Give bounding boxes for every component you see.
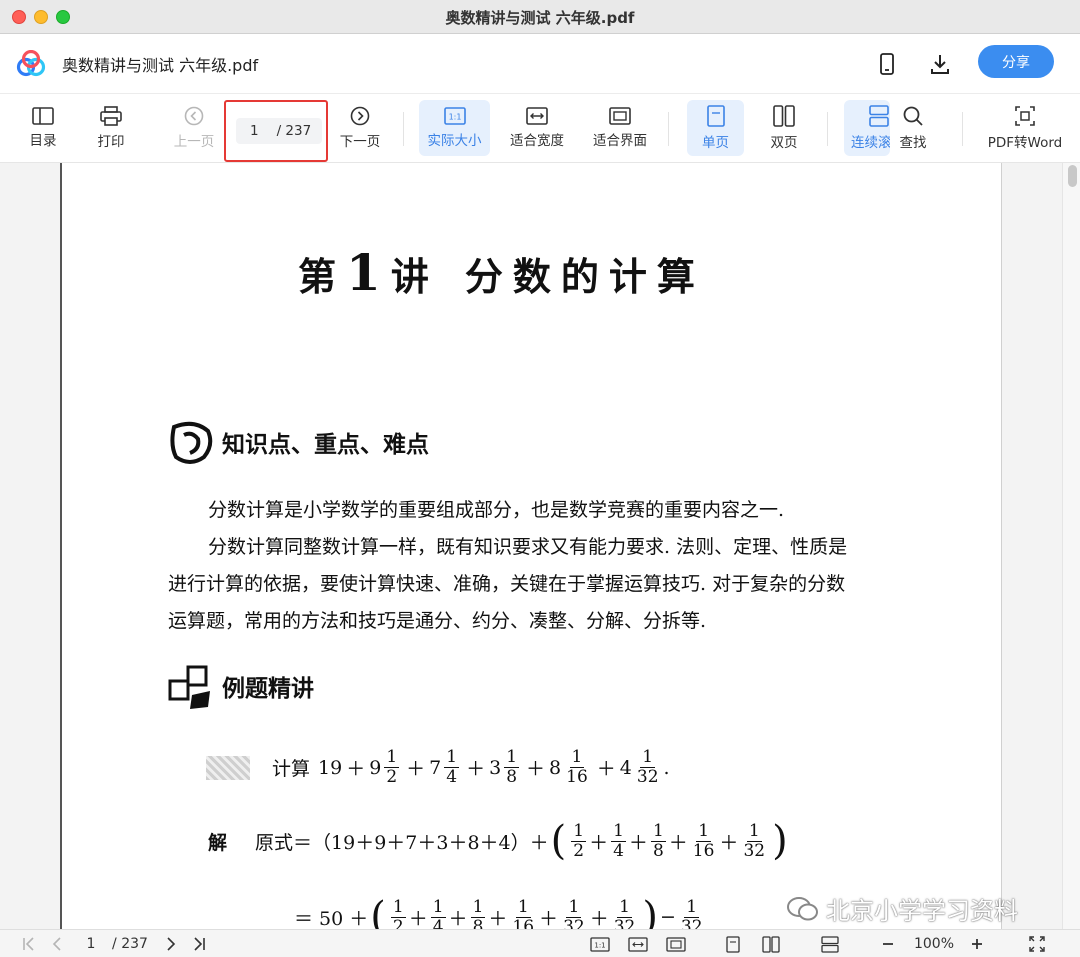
status-bar: 1 / 237 1:1 100%: [0, 929, 1080, 957]
zoom-level[interactable]: 100%: [910, 934, 958, 954]
intro-paragraph: 分数计算是小学数学的重要组成部分，也是数学竞赛的重要内容之一. 分数计算同整数计…: [168, 499, 848, 632]
pdf-to-word-button[interactable]: PDF转Word: [980, 100, 1070, 156]
toolbar-divider: [827, 112, 828, 146]
fullscreen-icon[interactable]: [1026, 934, 1048, 954]
vertical-scrollbar[interactable]: [1062, 163, 1080, 929]
printer-icon: [100, 106, 122, 126]
pdf-page: 第1讲 分数的计算 知识点、重点、难点 分数计算是小学数学的重要组成部分，也是数学…: [60, 163, 1002, 929]
blocks-badge-icon: [168, 665, 210, 709]
toolbar-divider: [962, 112, 963, 146]
document-viewer[interactable]: 第1讲 分数的计算 知识点、重点、难点 分数计算是小学数学的重要组成部分，也是数学…: [0, 163, 1080, 929]
document-title: 奥数精讲与测试 六年级.pdf: [62, 56, 259, 75]
share-button[interactable]: 分享: [978, 45, 1054, 78]
next-page-button[interactable]: 下一页: [336, 100, 384, 156]
wechat-icon: [787, 896, 818, 920]
window-title: 奥数精讲与测试 六年级.pdf: [445, 9, 635, 27]
fit-width-icon[interactable]: [626, 934, 650, 954]
single-page-icon[interactable]: [722, 934, 744, 954]
next-page-icon[interactable]: [160, 934, 182, 954]
page-number-highlight: [224, 100, 328, 162]
section-heading-knowledge: 知识点、重点、难点: [166, 417, 429, 467]
section-badge-icon: [170, 421, 213, 464]
section-heading-examples: 例题精讲: [166, 661, 314, 711]
toolbar-divider: [668, 112, 669, 146]
fit-width-button[interactable]: 适合宽度: [504, 100, 570, 156]
chevron-left-circle-icon: [184, 106, 204, 126]
double-page-button[interactable]: 双页: [760, 100, 808, 156]
svg-text:1:1: 1:1: [594, 941, 605, 949]
scrollbar-thumb[interactable]: [1068, 165, 1077, 187]
mobile-icon[interactable]: [873, 50, 901, 78]
actual-size-button[interactable]: 1:1 实际大小: [419, 100, 490, 156]
svg-text:1:1: 1:1: [448, 113, 461, 122]
first-page-icon[interactable]: [18, 934, 40, 954]
chapter-title: 第1讲 分数的计算: [298, 243, 705, 302]
fit-page-icon: [609, 107, 631, 125]
search-icon: [903, 106, 923, 126]
double-page-icon: [773, 105, 795, 127]
convert-icon: [1015, 106, 1035, 126]
solution-line-2: ＝ 50 ＋ ( 1 2 ＋ 1 4 ＋ 1 8 ＋ 1 16 ＋ 1 32 ＋ 1 32 ) − 13…: [294, 894, 703, 929]
actual-size-icon: 1:1: [443, 107, 466, 125]
status-page-total: / 237: [112, 936, 148, 952]
continuous-scroll-icon[interactable]: [818, 934, 842, 954]
double-page-icon[interactable]: [760, 934, 782, 954]
wechat-watermark: 北京小学学习资料: [786, 891, 1018, 926]
prev-page-icon[interactable]: [46, 934, 68, 954]
title-bar: 奥数精讲与测试 六年级.pdf: [0, 0, 1080, 34]
download-icon[interactable]: [926, 50, 954, 78]
find-button[interactable]: 查找: [890, 100, 936, 156]
example-problem: 计算 19 ＋ 9 12 ＋ 7 14 ＋ 3 18 ＋ 8 1 16 ＋ 4 1 32 .: [206, 748, 670, 787]
status-page-current[interactable]: 1: [78, 934, 104, 954]
baidu-netdisk-logo-icon: [16, 50, 46, 77]
actual-size-icon[interactable]: 1:1: [588, 934, 612, 954]
continuous-scroll-icon: [869, 105, 889, 127]
toolbar: 目录 打印 上一页 1 / 237 下一页 1:1 实际大小 适合宽度 适合界面…: [0, 94, 1080, 163]
toolbar-divider: [403, 112, 404, 146]
sidebar-icon: [32, 107, 54, 125]
solution-line-1: 解 原式＝（19＋9＋7＋3＋8＋4）＋ ( 1 2 ＋ 1 4 ＋ 1 8 ＋ 1 16 ＋ …: [208, 818, 788, 864]
chevron-right-circle-icon: [350, 106, 370, 126]
print-button[interactable]: 打印: [88, 100, 134, 156]
fit-width-icon: [526, 107, 548, 125]
last-page-icon[interactable]: [188, 934, 210, 954]
fit-page-button[interactable]: 适合界面: [588, 100, 652, 156]
zoom-out-icon[interactable]: [878, 934, 898, 954]
toc-button[interactable]: 目录: [20, 100, 66, 156]
single-page-icon: [706, 105, 725, 127]
continuous-scroll-button[interactable]: 连续滚: [844, 100, 890, 156]
single-page-button[interactable]: 单页: [687, 100, 744, 156]
zoom-in-icon[interactable]: [966, 934, 988, 954]
fit-page-icon[interactable]: [664, 934, 688, 954]
app-header: 奥数精讲与测试 六年级.pdf 分享: [0, 34, 1080, 94]
prev-page-button[interactable]: 上一页: [168, 100, 220, 156]
example-label-mark: [206, 755, 250, 780]
